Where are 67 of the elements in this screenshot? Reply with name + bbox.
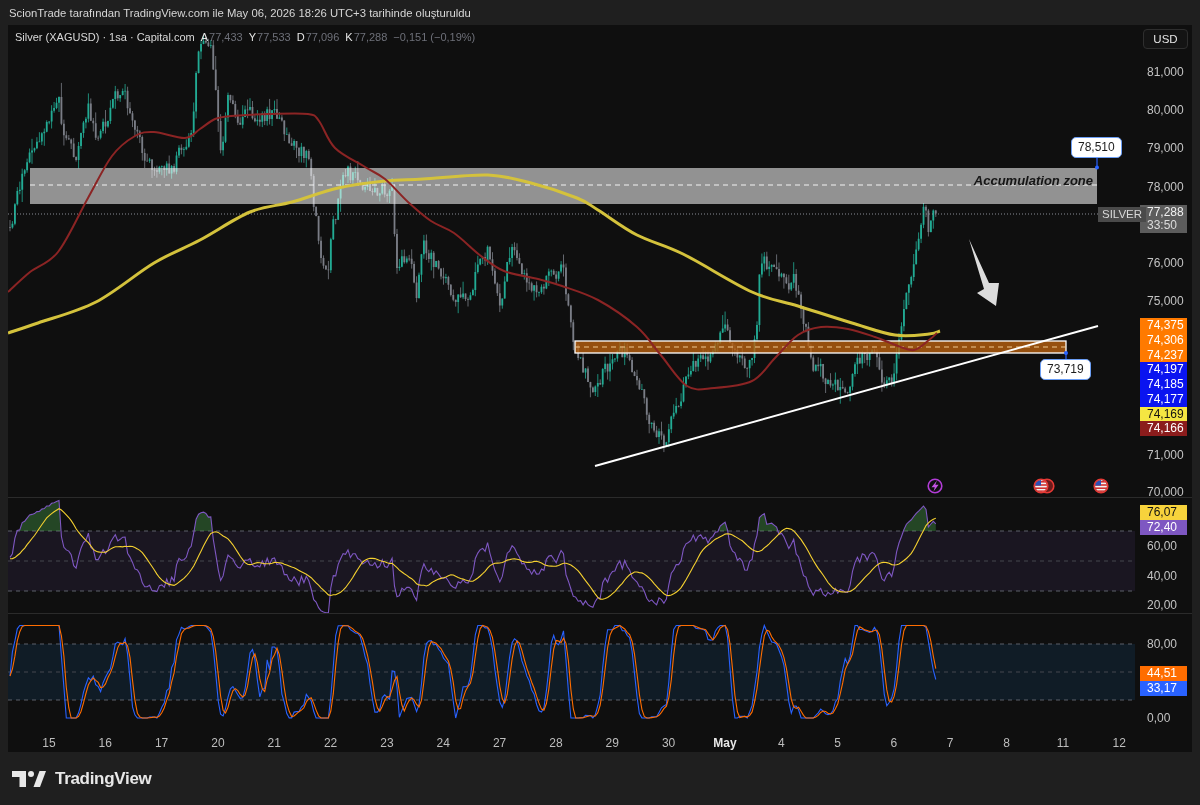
- time-axis-label: 22: [322, 735, 339, 750]
- axis-tick-label: 76,000: [1147, 257, 1184, 269]
- ohlc-value: 77,433: [209, 30, 243, 44]
- header-text: ScionTrade tarafından TradingView.com ile May 06, 2026 18:26 UTC+3 tarihinde oluşturuldu: [9, 6, 471, 19]
- legend-symbol: Silver (XAGUSD) · 1sa · Capital.com: [15, 30, 195, 44]
- axis-tick-label: 0,00: [1147, 712, 1171, 724]
- axis-tick-label: 71,000: [1147, 449, 1184, 461]
- time-axis-label: 28: [548, 735, 564, 750]
- time-axis-label: 30: [660, 735, 677, 750]
- logo-icon: [12, 770, 46, 787]
- price-tag: 74,185: [1140, 377, 1187, 392]
- time-axis-label: May: [712, 735, 738, 750]
- down-arrow: [969, 239, 999, 306]
- indicator-value-tag: 33,17: [1140, 681, 1187, 696]
- currency-button[interactable]: USD: [1143, 29, 1188, 49]
- indicator-value-tag: 72,40: [1140, 520, 1187, 535]
- price-tag: 74,166: [1140, 421, 1187, 436]
- axis-tick-label: 80,000: [1147, 104, 1184, 116]
- indicator-value-tag: 76,07: [1140, 505, 1187, 520]
- axis-tick-label: 40,00: [1147, 570, 1178, 582]
- zone-label: Accumulation zone: [973, 173, 1093, 189]
- price-label: 78,510: [1071, 137, 1122, 158]
- axis-tick-label: 60,00: [1147, 540, 1178, 552]
- flag-icon: [1033, 478, 1055, 494]
- time-axis-label: 27: [491, 735, 508, 750]
- time-axis-label: 4: [776, 735, 786, 750]
- symbol-tag: SILVER: [1098, 207, 1147, 222]
- time-axis-label: 12: [1111, 735, 1127, 750]
- axis-tick-label: 70,000: [1147, 486, 1184, 498]
- indicator-value-tag: 44,51: [1140, 666, 1187, 681]
- time-axis-label: 7: [945, 735, 955, 750]
- label-leader: [1095, 157, 1099, 170]
- time-axis-label: 8: [1002, 735, 1011, 750]
- flag-icon: [1093, 478, 1109, 494]
- ohlc-label: Y: [248, 30, 257, 44]
- change-value: −0,151 (−0,19%): [393, 30, 476, 44]
- last-price-value: 77,288: [1147, 206, 1185, 219]
- axis-tick-label: 81,000: [1147, 66, 1184, 78]
- time-axis-label: 21: [266, 735, 282, 750]
- time-axis-label: 11: [1055, 735, 1071, 750]
- price-tag: 74,375: [1140, 318, 1187, 333]
- time-axis-label: 17: [153, 735, 170, 750]
- ohlc-label: D: [296, 30, 305, 44]
- axis-tick-label: 75,000: [1147, 295, 1184, 307]
- axis-tick-label: 20,00: [1147, 599, 1178, 611]
- time-axis-label: 5: [833, 735, 842, 750]
- ohlc-label: A: [200, 30, 209, 44]
- lightning-icon: [927, 478, 943, 494]
- ohlc-value: 77,288: [353, 30, 388, 44]
- ohlc-value: 77,533: [257, 30, 291, 44]
- countdown-timer: 33:50: [1147, 219, 1179, 232]
- time-axis-label: 29: [604, 735, 620, 750]
- axis-tick-label: 79,000: [1147, 142, 1184, 154]
- axis-tick-label: 78,000: [1147, 181, 1184, 193]
- time-axis-label: 20: [210, 735, 226, 750]
- price-label: 73,719: [1040, 359, 1091, 380]
- ohlc-value: 77,096: [305, 30, 340, 44]
- label-leader: [1064, 351, 1068, 360]
- time-axis-label: 23: [379, 735, 395, 750]
- time-axis-label: 16: [97, 735, 113, 750]
- time-axis-label: 24: [435, 735, 451, 750]
- time-axis-label: 15: [41, 735, 57, 750]
- logo-text: TradingView: [55, 768, 152, 789]
- time-axis-label: 6: [889, 735, 899, 750]
- price-tag: 74,197: [1140, 362, 1187, 377]
- axis-tick-label: 80,00: [1147, 638, 1178, 650]
- ohlc-label: K: [345, 30, 353, 44]
